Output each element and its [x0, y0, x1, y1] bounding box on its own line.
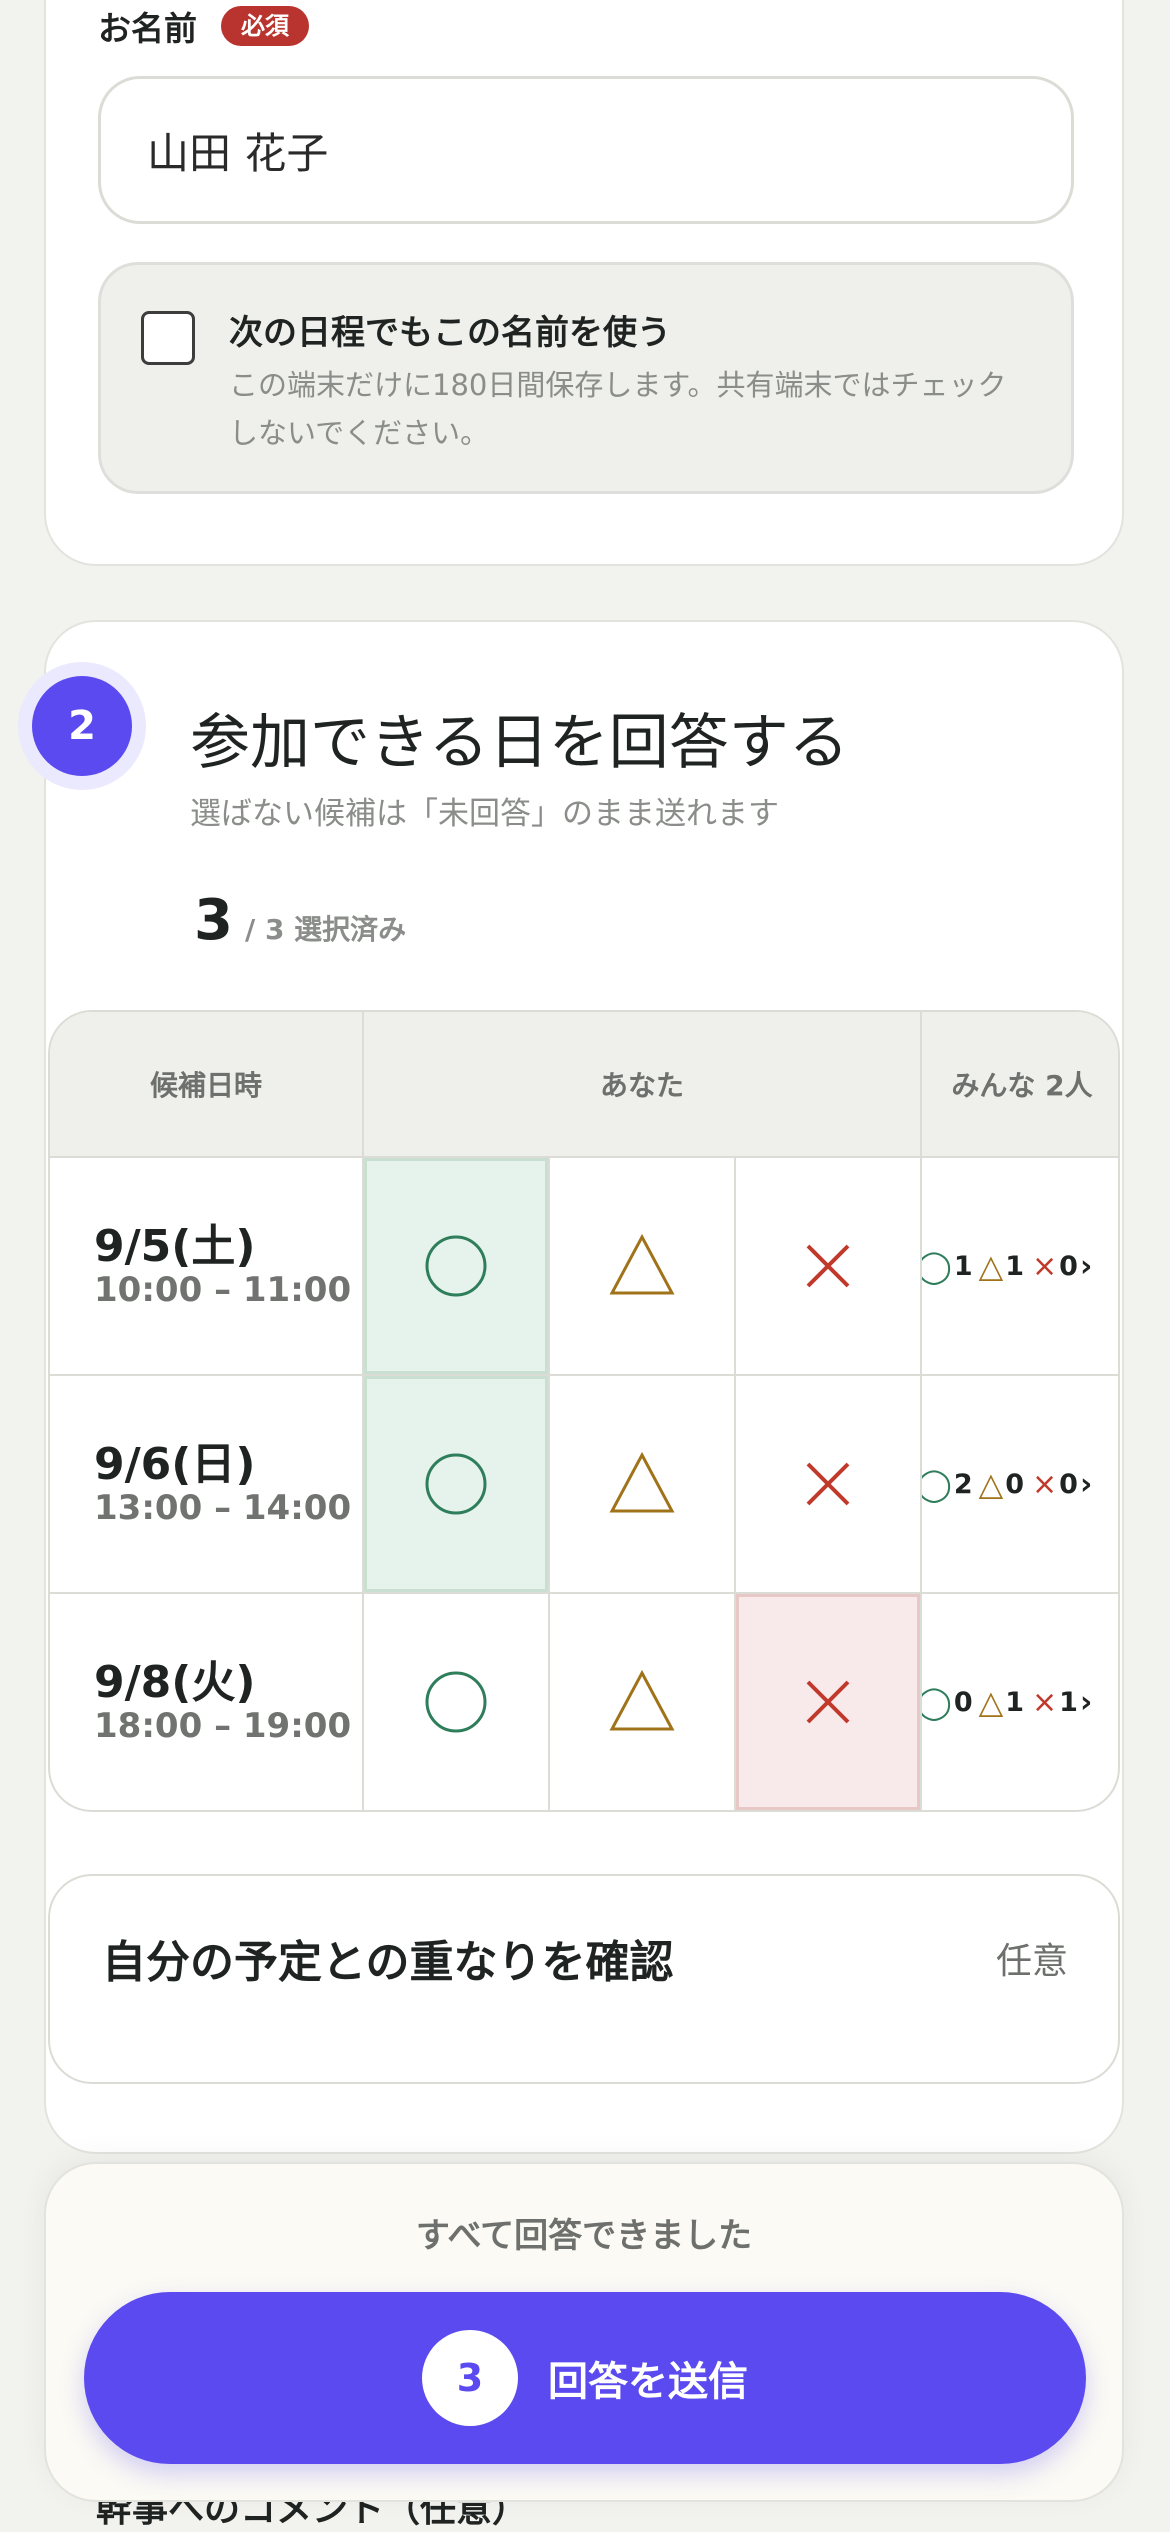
cross-icon: [806, 1462, 850, 1506]
answer-no-button[interactable]: [736, 1158, 922, 1374]
triangle-icon: △: [978, 1247, 1004, 1285]
table-header: 候補日時 あなた みんな 2人: [50, 1012, 1118, 1156]
triangle-icon: △: [978, 1465, 1004, 1503]
cross-icon: ×: [1032, 1466, 1058, 1502]
tally-maybe-count: 1: [1005, 1250, 1025, 1282]
date-cell: 9/8(火) 18:00 – 19:00: [50, 1594, 364, 1810]
answer-yes-button[interactable]: [364, 1376, 550, 1592]
schedule-overlap-toggle[interactable]: 自分の予定との重なりを確認 任意: [48, 1874, 1120, 2084]
remember-name-title: 次の日程でもこの名前を使う: [229, 313, 671, 353]
table-row: 9/8(火) 18:00 – 19:00 ◯0 △1 ×1 ›: [50, 1592, 1118, 1810]
cross-icon: ×: [1032, 1684, 1058, 1720]
table-row: 9/5(土) 10:00 – 11:00 ◯1 △1 ×0 ›: [50, 1156, 1118, 1374]
tally-maybe-count: 0: [1005, 1468, 1025, 1500]
tally-yes-count: 0: [953, 1686, 973, 1718]
date-cell: 9/6(日) 13:00 – 14:00: [50, 1376, 364, 1592]
answer-maybe-button[interactable]: [550, 1158, 736, 1374]
table-row: 9/6(日) 13:00 – 14:00 ◯2 △0 ×0 ›: [50, 1374, 1118, 1592]
remember-name-description: この端末だけに180日間保存します。共有端末ではチェックしないでください。: [229, 368, 1007, 450]
chevron-right-icon: ›: [1079, 1248, 1093, 1284]
selected-total-label: / 3 選択済み: [244, 913, 407, 946]
submit-footer: すべて回答できました 3 回答を送信: [44, 2162, 1124, 2502]
overlap-title: 自分の予定との重なりを確認: [102, 1937, 674, 1988]
submit-button[interactable]: 3 回答を送信: [84, 2292, 1086, 2464]
submit-count-badge: 3: [422, 2330, 518, 2426]
triangle-icon: △: [978, 1683, 1004, 1721]
triangle-icon: [609, 1669, 675, 1731]
remember-name-option[interactable]: 次の日程でもこの名前を使う この端末だけに180日間保存します。共有端末ではチェ…: [98, 262, 1074, 494]
availability-card: 2 参加できる日を回答する 選ばない候補は「未回答」のまま送れます 3 / 3 …: [32, 620, 1124, 2154]
cross-icon: [806, 1244, 850, 1288]
header-everyone: みんな 2人: [951, 1069, 1093, 1102]
chevron-right-icon: ›: [1079, 1684, 1093, 1720]
tally-yes-count: 2: [953, 1468, 973, 1500]
candidate-time: 10:00 – 11:00: [94, 1270, 352, 1310]
everyone-tally[interactable]: ◯1 △1 ×0 ›: [922, 1158, 1118, 1374]
circle-icon: ◯: [922, 1683, 952, 1721]
candidate-date: 9/8(火): [94, 1657, 256, 1708]
date-cell: 9/5(土) 10:00 – 11:00: [50, 1158, 364, 1374]
circle-icon: ◯: [922, 1247, 952, 1285]
completion-status: すべて回答できました: [415, 2216, 753, 2256]
candidate-date: 9/6(日): [94, 1439, 256, 1490]
answer-yes-button[interactable]: [364, 1594, 550, 1810]
chevron-right-icon: ›: [1079, 1466, 1093, 1502]
name-card: お名前 必須 山田 花子 次の日程でもこの名前を使う この端末だけに180日間保…: [44, 0, 1124, 566]
required-badge: 必須: [221, 6, 309, 46]
tally-yes-count: 1: [953, 1250, 973, 1282]
answer-maybe-button[interactable]: [550, 1594, 736, 1810]
circle-icon: [425, 1671, 487, 1733]
answer-yes-button[interactable]: [364, 1158, 550, 1374]
candidate-time: 18:00 – 19:00: [94, 1706, 352, 1746]
header-you: あなた: [364, 1012, 922, 1156]
candidate-time: 13:00 – 14:00: [94, 1488, 352, 1528]
everyone-tally[interactable]: ◯2 △0 ×0 ›: [922, 1376, 1118, 1592]
tally-no-count: 1: [1059, 1686, 1078, 1718]
triangle-icon: [609, 1233, 675, 1295]
cross-icon: [806, 1680, 850, 1724]
selection-counter: 3 / 3 選択済み: [194, 888, 406, 953]
triangle-icon: [609, 1451, 675, 1513]
name-input[interactable]: 山田 花子: [98, 76, 1074, 224]
submit-label: 回答を送信: [548, 2359, 748, 2405]
answer-maybe-button[interactable]: [550, 1376, 736, 1592]
tally-maybe-count: 1: [1005, 1686, 1025, 1718]
step-number-badge: 2: [32, 676, 132, 776]
everyone-tally[interactable]: ◯0 △1 ×1 ›: [922, 1594, 1118, 1810]
name-label-row: お名前 必須: [98, 2, 309, 50]
tally-no-count: 0: [1059, 1468, 1078, 1500]
answer-no-button[interactable]: [736, 1376, 922, 1592]
optional-label: 任意: [995, 1941, 1068, 1982]
cross-icon: ×: [1032, 1248, 1058, 1284]
availability-table: 候補日時 あなた みんな 2人 9/5(土) 10:00 – 11:00 ◯1 …: [48, 1010, 1120, 1812]
section-subtitle: 選ばない候補は「未回答」のまま送れます: [190, 796, 779, 832]
candidate-date: 9/5(土): [94, 1221, 256, 1272]
name-label: お名前: [98, 9, 197, 48]
section-title: 参加できる日を回答する: [190, 708, 849, 778]
selected-count: 3: [194, 888, 233, 953]
circle-icon: ◯: [922, 1465, 952, 1503]
remember-name-checkbox[interactable]: [141, 311, 195, 365]
tally-no-count: 0: [1059, 1250, 1078, 1282]
header-date: 候補日時: [50, 1012, 364, 1156]
circle-icon: [425, 1235, 487, 1297]
circle-icon: [425, 1453, 487, 1515]
answer-no-button[interactable]: [736, 1594, 922, 1810]
